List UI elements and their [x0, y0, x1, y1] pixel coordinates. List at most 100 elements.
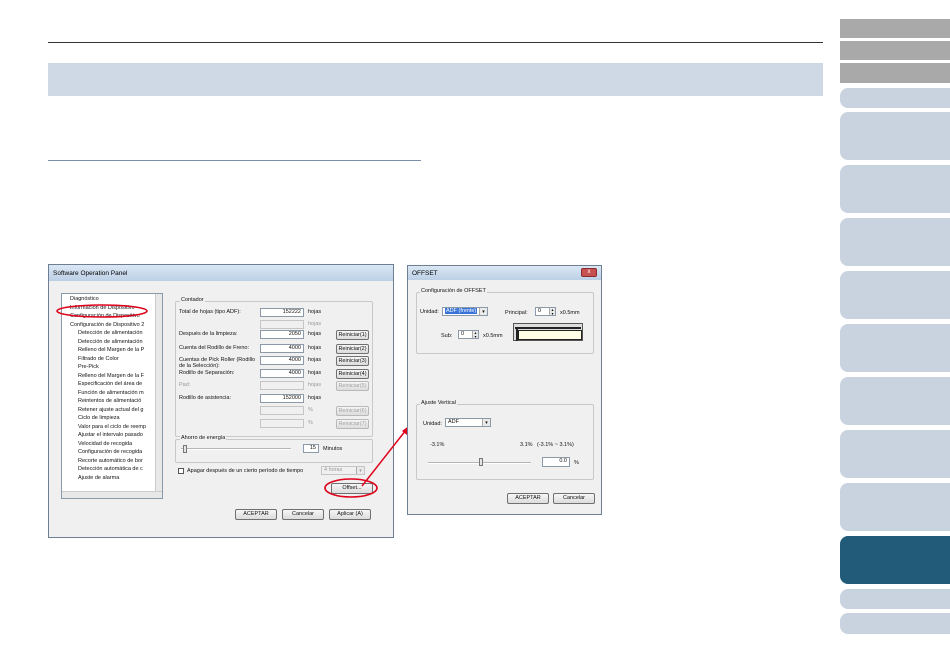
- preview-line: [515, 327, 581, 329]
- counter-row-value: [260, 406, 304, 415]
- reset-button[interactable]: Reiniciar(5): [336, 381, 369, 391]
- offset-config-label: Configuración de OFFSET: [420, 288, 487, 294]
- sub-value: 0: [461, 331, 465, 337]
- sub-label: Sub:: [441, 333, 453, 339]
- tree-item[interactable]: Velocidad de recogida: [78, 441, 132, 447]
- counter-row-unit: %: [308, 407, 313, 413]
- nav-tab-9[interactable]: [840, 324, 950, 372]
- reset-button[interactable]: Reiniciar(4): [336, 369, 369, 379]
- tree-item[interactable]: Relleno del Margen de la P: [78, 347, 144, 353]
- sub-unit: x0.5mm: [483, 333, 503, 339]
- cancel-button[interactable]: Cancelar: [282, 509, 324, 520]
- vertical-unit-label: Unidad:: [423, 421, 442, 427]
- principal-stepper[interactable]: 0 ▴ ▾: [535, 307, 556, 316]
- apply-button[interactable]: Aplicar (A): [329, 509, 371, 520]
- reset-button[interactable]: Reiniciar(1): [336, 330, 369, 340]
- nav-tab-1[interactable]: [840, 19, 950, 38]
- vertical-adjust-label: Ajuste Vertical: [420, 400, 457, 406]
- nav-tab-6[interactable]: [840, 165, 950, 213]
- counter-row-unit: hojas: [308, 357, 322, 363]
- hours-select[interactable]: 4 horas ▾: [321, 466, 365, 475]
- principal-unit: x0.5mm: [560, 310, 580, 316]
- unit-select[interactable]: ADF (frente) ▾: [442, 307, 488, 316]
- preview-paper: [518, 330, 582, 340]
- nav-tab-13-active[interactable]: [840, 536, 950, 584]
- sub-stepper[interactable]: 0 ▴ ▾: [458, 330, 479, 339]
- spin-arrows-icon: ▴ ▾: [549, 308, 555, 315]
- tree-item[interactable]: Diagnóstico: [70, 296, 99, 302]
- tree-item[interactable]: Detección de alimentación: [78, 330, 143, 336]
- close-icon[interactable]: x: [581, 268, 597, 277]
- counter-row-value: [260, 381, 304, 390]
- energy-slider-thumb[interactable]: [183, 445, 187, 453]
- tree-item[interactable]: Especificación del área de: [78, 381, 142, 387]
- hours-select-value: 4 horas: [324, 467, 343, 473]
- counter-row-value: 4000: [260, 369, 304, 378]
- nav-tab-8[interactable]: [840, 271, 950, 319]
- nav-tab-2[interactable]: [840, 41, 950, 60]
- software-operation-panel-window: Software Operation Panel Diagnóstico Info…: [48, 264, 394, 538]
- counter-row-value: [260, 320, 304, 329]
- energy-saving-group: [175, 439, 373, 463]
- reset-button[interactable]: Reiniciar(3): [336, 356, 369, 366]
- tree-item[interactable]: Relleno del Margen de la F: [78, 373, 144, 379]
- tree-item[interactable]: Filtrado de Color: [78, 356, 119, 362]
- vertical-unit-select[interactable]: ADF ▾: [445, 418, 491, 427]
- tree-vertical-scrollbar[interactable]: [155, 294, 162, 492]
- tree-item[interactable]: Ajustar el intervalo pasado: [78, 432, 143, 438]
- tree-item[interactable]: Detección automática de c: [78, 466, 143, 472]
- preview-vertical-marker: [516, 329, 518, 341]
- tree-item[interactable]: Ciclo de limpieza: [78, 415, 120, 421]
- reset-button[interactable]: Reiniciar(2): [336, 344, 369, 354]
- minutes-field[interactable]: 15: [303, 444, 319, 453]
- counter-row-unit: hojas: [308, 331, 322, 337]
- minutes-unit: Minutos: [323, 446, 343, 452]
- tree-item[interactable]: Pre-Pick: [78, 364, 99, 370]
- tree-item[interactable]: Configuración de recogida: [78, 449, 142, 455]
- counter-group-label: Contador: [180, 297, 205, 303]
- tree-item[interactable]: Retener ajuste actual del g: [78, 407, 143, 413]
- offset-cancel-button[interactable]: Cancelar: [553, 493, 595, 504]
- unit-select-value: ADF (frente): [445, 308, 478, 314]
- counter-row-unit: hojas: [308, 345, 322, 351]
- tree-item[interactable]: Detección de alimentación: [78, 339, 143, 345]
- counter-row-value: 4000: [260, 344, 304, 353]
- counter-row-unit: %: [308, 420, 313, 426]
- tree-item[interactable]: Configuración de Dispositivo 2: [70, 322, 144, 328]
- counter-row-unit: hojas: [308, 395, 322, 401]
- nav-tab-12[interactable]: [840, 483, 950, 531]
- counter-row-label: Después de la limpieza:: [179, 331, 238, 337]
- offset-window: OFFSET x Configuración de OFFSET Unidad:…: [407, 265, 602, 515]
- auto-off-label: Apagar después de un cierto período de t…: [187, 468, 304, 474]
- tree-item[interactable]: Reintentos de alimentació: [78, 398, 141, 404]
- nav-tab-4[interactable]: [840, 88, 950, 108]
- nav-tab-10[interactable]: [840, 377, 950, 425]
- vertical-slider-thumb[interactable]: [479, 458, 483, 466]
- nav-tab-5[interactable]: [840, 112, 950, 160]
- offset-titlebar: OFFSET: [408, 266, 601, 280]
- counter-row-value: 152222: [260, 308, 304, 317]
- tree-horizontal-scrollbar[interactable]: [62, 491, 162, 498]
- percent-unit: %: [574, 460, 579, 466]
- counter-row-label: Cuenta del Rodillo de Freno:: [179, 345, 250, 351]
- unit-label: Unidad:: [420, 309, 439, 315]
- tree-item[interactable]: Función de alimentación m: [78, 390, 144, 396]
- ok-button[interactable]: ACEPTAR: [235, 509, 277, 520]
- counter-row-value: 152000: [260, 394, 304, 403]
- tree-item[interactable]: Ajuste de alarma: [78, 475, 119, 481]
- percent-field[interactable]: 0.0: [542, 457, 570, 467]
- nav-tab-14[interactable]: [840, 589, 950, 609]
- settings-tree[interactable]: Diagnóstico Información de Dispositivo Con…: [61, 293, 163, 499]
- section-title-band: [48, 63, 823, 96]
- offset-ok-button[interactable]: ACEPTAR: [507, 493, 549, 504]
- energy-saving-label: Ahorro de energía: [180, 435, 227, 441]
- counter-row-label: Rodillo de asistencia:: [179, 395, 231, 401]
- auto-off-checkbox[interactable]: [178, 468, 184, 474]
- spin-arrows-icon: ▴ ▾: [472, 331, 478, 338]
- nav-tab-3[interactable]: [840, 63, 950, 83]
- nav-tab-7[interactable]: [840, 218, 950, 266]
- tree-item[interactable]: Recorte automático de bor: [78, 458, 143, 464]
- nav-tab-15[interactable]: [840, 613, 950, 634]
- nav-tab-11[interactable]: [840, 430, 950, 478]
- tree-item[interactable]: Valor para el ciclo de reemp: [78, 424, 146, 430]
